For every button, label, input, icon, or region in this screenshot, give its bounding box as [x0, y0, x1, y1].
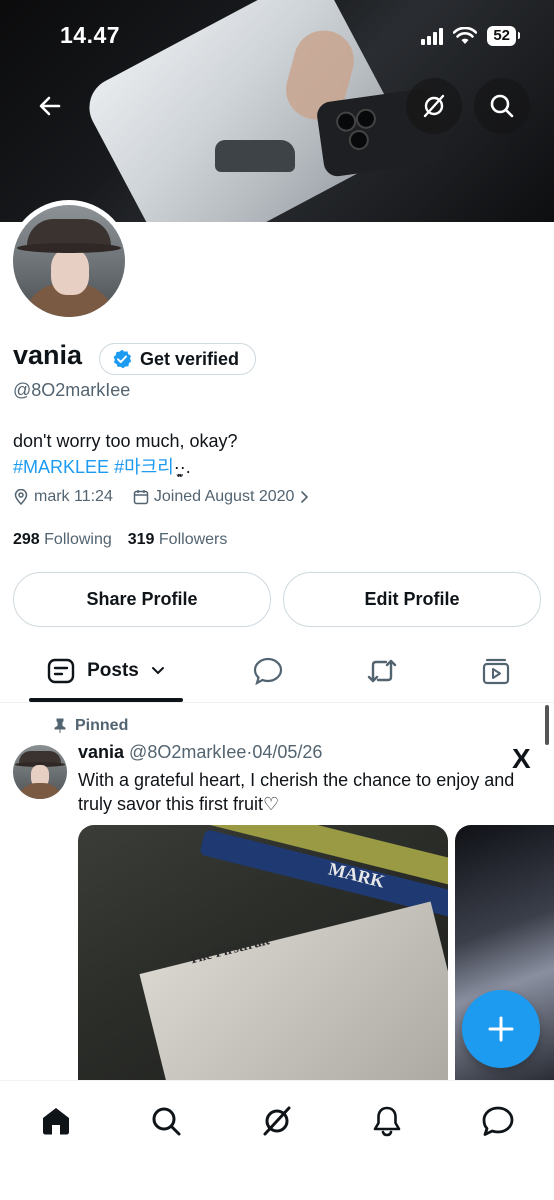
search-icon: [490, 94, 514, 118]
status-time: 14.47: [60, 22, 121, 48]
grok-icon: [423, 94, 445, 118]
post-text: With a grateful heart, I cherish the cha…: [78, 770, 515, 814]
followers-count: 319: [127, 531, 155, 548]
share-profile-button[interactable]: Share Profile: [13, 572, 271, 627]
pinned-text: Pinned: [75, 717, 129, 734]
nav-messages[interactable]: [478, 1101, 518, 1141]
calendar-icon: [133, 490, 149, 505]
tab-replies[interactable]: [238, 640, 298, 702]
hashtag-marklee[interactable]: #MARKLEE: [13, 457, 109, 477]
active-tab-indicator: [29, 698, 183, 702]
edit-profile-button[interactable]: Edit Profile: [283, 572, 541, 627]
avatar[interactable]: [8, 200, 130, 322]
repost-icon: [367, 659, 397, 683]
bell-icon: [373, 1106, 401, 1137]
pinned-label: Pinned: [53, 717, 128, 735]
wifi-icon: [453, 27, 478, 44]
profile-meta: mark 11:24 Joined August 2020: [13, 488, 309, 506]
nav-notifications[interactable]: [367, 1101, 407, 1141]
following-label: Following: [44, 531, 112, 548]
profile-name: vania: [13, 340, 83, 370]
plus-icon: [488, 1016, 514, 1042]
chevron-down-icon: [151, 667, 164, 675]
profile-tabs: Posts: [0, 640, 554, 703]
profile-stats: 298 Following 319 Followers: [13, 531, 227, 549]
tab-posts[interactable]: Posts: [29, 640, 183, 702]
tab-posts-label: Posts: [87, 660, 139, 681]
post-avatar[interactable]: [13, 745, 67, 799]
hashtag-korean[interactable]: #마크리: [114, 457, 174, 477]
get-verified-button[interactable]: Get verified: [99, 343, 257, 375]
location-text: mark 11:24: [34, 488, 113, 505]
tab-media[interactable]: [466, 640, 526, 702]
bottom-nav: [0, 1080, 554, 1200]
post-author-handle[interactable]: @8O2markIee: [129, 742, 246, 762]
battery-icon: 52: [487, 26, 520, 46]
get-verified-label: Get verified: [140, 348, 240, 369]
followers-label: Followers: [158, 531, 228, 548]
scrollbar[interactable]: [545, 705, 549, 745]
followers-link[interactable]: 319 Followers: [128, 531, 228, 549]
nav-grok[interactable]: [257, 1101, 297, 1141]
grok-icon: [263, 1106, 291, 1136]
post-author-name[interactable]: vania: [78, 742, 124, 762]
profile-handle: @8O2markIee: [13, 380, 131, 400]
banner-car: [215, 140, 295, 172]
posts-icon: [47, 658, 75, 684]
grok-button[interactable]: [406, 78, 462, 134]
tab-reposts[interactable]: [352, 640, 412, 702]
avatar-image: [13, 205, 125, 317]
home-icon: [43, 1108, 69, 1135]
compose-button[interactable]: [462, 990, 540, 1068]
post-header: vania @8O2markIee·04/05/26: [78, 742, 322, 763]
following-count: 298: [13, 531, 40, 548]
post-media-image-1[interactable]: MARK The Firstfruit: [78, 825, 448, 1085]
status-icons: 52: [421, 26, 520, 46]
post-date[interactable]: 04/05/26: [252, 742, 322, 762]
back-button[interactable]: [22, 78, 78, 134]
search-icon: [152, 1107, 181, 1136]
chevron-right-icon: [301, 491, 309, 503]
nav-home[interactable]: [36, 1101, 76, 1141]
reply-icon: [253, 657, 283, 685]
media-icon: [482, 658, 510, 685]
location-pin-icon: [14, 489, 28, 505]
nav-search[interactable]: [146, 1101, 186, 1141]
bio-emoji: ·͈̫·.: [173, 457, 191, 477]
search-button[interactable]: [474, 78, 530, 134]
joined-item[interactable]: Joined August 2020: [133, 488, 310, 506]
signal-icon: [421, 27, 444, 45]
bio-text: don't worry too much, okay?: [13, 431, 238, 451]
joined-text: Joined August 2020: [153, 488, 295, 505]
pin-icon: [54, 718, 66, 733]
profile-bio: don't worry too much, okay? #MARKLEE #마크…: [13, 428, 238, 480]
following-link[interactable]: 298 Following: [13, 531, 112, 549]
arrow-left-icon: [39, 96, 61, 116]
verified-badge-icon: [113, 349, 132, 369]
message-icon: [482, 1106, 514, 1136]
location-item: mark 11:24: [13, 488, 113, 506]
